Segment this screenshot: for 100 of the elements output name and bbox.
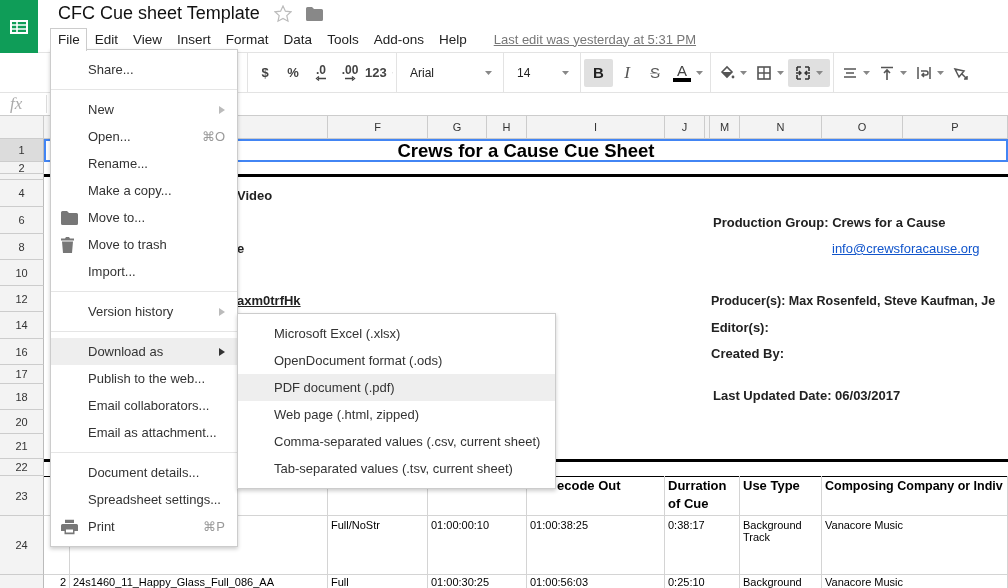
table-cell: 0:25:10: [665, 575, 740, 588]
menu-bar-item[interactable]: Data: [275, 27, 320, 51]
row-header[interactable]: 20: [0, 410, 44, 434]
row-header[interactable]: 14: [0, 312, 44, 339]
row-header[interactable]: 22: [0, 459, 44, 476]
column-header[interactable]: J: [665, 116, 705, 139]
menu-item[interactable]: Web page (.html, zipped): [238, 401, 555, 428]
table-header-cell: Durration of Cue: [665, 476, 740, 516]
document-title[interactable]: CFC Cue sheet Template: [58, 3, 260, 24]
menu-item[interactable]: Version history: [51, 298, 237, 325]
menu-bar-item[interactable]: Insert: [169, 27, 218, 51]
column-header[interactable]: G: [428, 116, 487, 139]
menu-bar-item[interactable]: Format: [217, 27, 276, 51]
menu-item[interactable]: Import...: [51, 258, 237, 285]
column-header[interactable]: F: [328, 116, 428, 139]
menu-bar-item[interactable]: Help: [430, 27, 474, 51]
menu-bar-item[interactable]: View: [125, 27, 170, 51]
row-header[interactable]: 18: [0, 384, 44, 410]
menu-item[interactable]: Download as: [51, 338, 237, 365]
formula-label: fx: [0, 95, 47, 113]
right-arrow-icon: [344, 76, 356, 81]
row-header[interactable]: 1: [0, 139, 44, 162]
toolbar-button[interactable]: Arial: [400, 58, 500, 87]
menu-bar-item[interactable]: Tools: [319, 27, 366, 51]
column-header[interactable]: N: [740, 116, 822, 139]
table-cell: Vanacore Music: [822, 575, 1008, 588]
toolbar-button[interactable]: .00: [335, 58, 365, 87]
menu-item[interactable]: Make a copy...: [51, 177, 237, 204]
menu-item[interactable]: Share...: [51, 56, 237, 83]
table-cell: Background Track: [740, 516, 822, 575]
toolbar-button[interactable]: $: [251, 58, 279, 87]
row-header[interactable]: 23: [0, 476, 44, 516]
column-header[interactable]: I: [527, 116, 665, 139]
menu-item[interactable]: PDF document (.pdf): [238, 374, 555, 401]
menu-item[interactable]: New: [51, 96, 237, 123]
cell-text: Producer(s): Max Rosenfeld, Steve Kaufman, Je: [711, 294, 996, 310]
row-header[interactable]: 8: [0, 234, 44, 260]
table-cell: Full: [328, 575, 428, 588]
toolbar-button[interactable]: .0: [307, 58, 335, 87]
cell-text: Video: [237, 188, 273, 205]
menu-item[interactable]: Open... ⌘O: [51, 123, 237, 150]
corner-cell[interactable]: [0, 116, 44, 139]
column-header[interactable]: H: [487, 116, 527, 139]
toolbar-button[interactable]: %: [279, 58, 307, 87]
menu-item[interactable]: Email collaborators...: [51, 392, 237, 419]
table-cell: 24s1460_11_Happy_Glass_Full_086_AA: [70, 575, 328, 588]
cell-text: Editor(s):: [711, 320, 769, 337]
menu-item[interactable]: Document details...: [51, 459, 237, 486]
menu-item[interactable]: Microsoft Excel (.xlsx): [238, 320, 555, 347]
column-header[interactable]: O: [822, 116, 903, 139]
star-icon[interactable]: [273, 4, 292, 23]
row-header[interactable]: 2: [0, 162, 44, 174]
table-cell: 01:00:56:03: [527, 575, 665, 588]
merge-cells-icon: [795, 64, 811, 81]
column-header[interactable]: P: [903, 116, 1008, 139]
folder-icon[interactable]: [305, 6, 323, 21]
toolbar-button[interactable]: A: [669, 58, 707, 87]
menu-item[interactable]: Rename...: [51, 150, 237, 177]
trash-icon: [61, 236, 74, 253]
row-header[interactable]: 6: [0, 207, 44, 234]
menu-item[interactable]: Move to...: [51, 204, 237, 231]
menu-item[interactable]: OpenDocument format (.ods): [238, 347, 555, 374]
row-header[interactable]: 24: [0, 516, 44, 575]
toolbar-button[interactable]: B: [584, 58, 613, 87]
row-header[interactable]: 17: [0, 365, 44, 384]
last-edit-link[interactable]: Last edit was yesterday at 5:31 PM: [493, 31, 697, 47]
row-header[interactable]: 21: [0, 434, 44, 459]
folder-icon: [61, 210, 78, 225]
toolbar-button[interactable]: 123: [365, 58, 393, 87]
table-cell: 01:00:38:25: [527, 516, 665, 575]
left-arrow-icon: [315, 76, 327, 81]
borders-icon: [756, 64, 772, 81]
menu-item[interactable]: Email as attachment...: [51, 419, 237, 446]
paint-bucket-icon: [719, 64, 735, 81]
link-text[interactable]: axm0trfHk: [237, 293, 301, 312]
toolbar-button[interactable]: 14: [507, 58, 577, 87]
text-wrap-icon: [916, 64, 932, 81]
row-header[interactable]: 12: [0, 286, 44, 312]
table-cell: Background: [740, 575, 822, 588]
hidden-columns-marker[interactable]: [705, 116, 710, 139]
toolbar-button[interactable]: [788, 58, 830, 87]
email-link[interactable]: info@crewsforacause.org: [832, 241, 980, 260]
table-header-cell: Use Type: [740, 476, 822, 516]
cell-text: Production Group: Crews for a Cause: [713, 215, 946, 232]
menu-item[interactable]: Print ⌘P: [51, 513, 237, 540]
table-header-cell: Composing Company or Indiv: [822, 476, 1008, 516]
row-header[interactable]: 10: [0, 260, 44, 286]
menu-bar-item[interactable]: File: [50, 27, 87, 51]
menu-item[interactable]: Publish to the web...: [51, 365, 237, 392]
menu-bar-item[interactable]: Edit: [86, 27, 126, 51]
app-logo-icon[interactable]: [0, 0, 38, 53]
toolbar-button[interactable]: I: [613, 58, 641, 87]
row-header[interactable]: 16: [0, 339, 44, 365]
menu-item[interactable]: Move to trash: [51, 231, 237, 258]
column-header[interactable]: M: [710, 116, 740, 139]
row-header[interactable]: 4: [0, 180, 44, 207]
menu-item[interactable]: Comma-separated values (.csv, current sheet): [238, 428, 555, 455]
menu-item[interactable]: Spreadsheet settings...: [51, 486, 237, 513]
cell-text: Last Updated Date: 06/03/2017: [713, 387, 901, 405]
menu-bar-item[interactable]: Add-ons: [365, 27, 431, 51]
